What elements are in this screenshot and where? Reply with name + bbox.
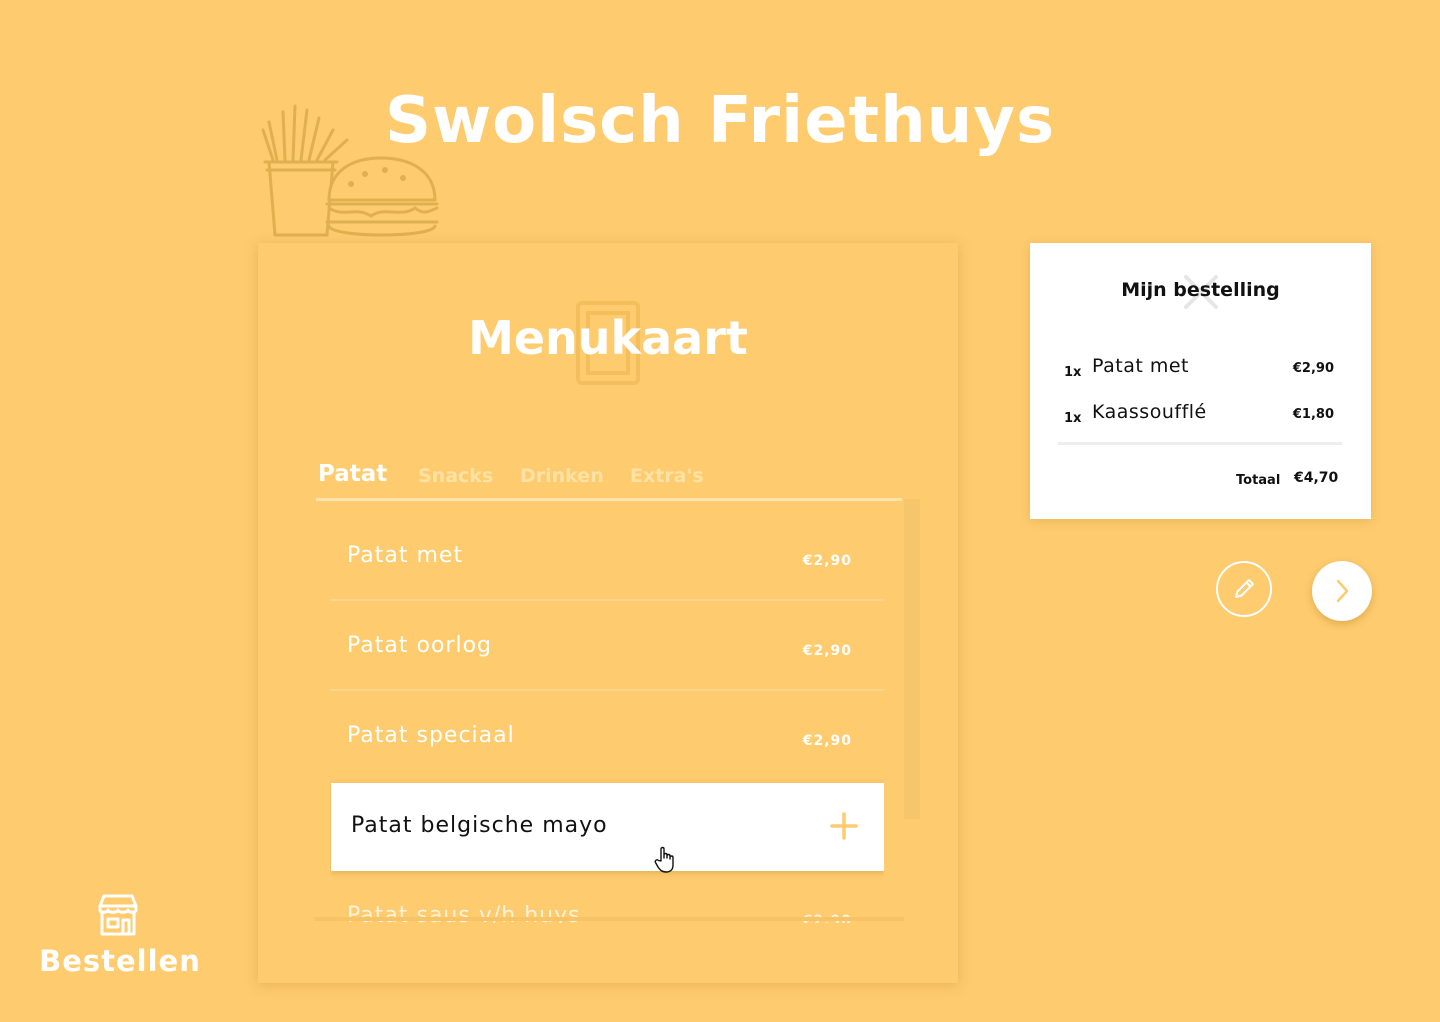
list-bottom-border bbox=[314, 917, 904, 921]
hand-cursor-icon bbox=[654, 846, 674, 873]
menu-item-name: Patat belgische mayo bbox=[351, 813, 608, 838]
menu-item[interactable]: Patat oorlog €2,90 bbox=[330, 603, 884, 691]
menu-item[interactable]: Patat saus v/h huys €2,90 bbox=[330, 873, 884, 923]
order-summary-card: Mijn bestelling 1x Patat met €2,90 1x Ka… bbox=[1030, 243, 1371, 519]
pencil-icon bbox=[1235, 579, 1254, 598]
menu-card: Menukaart Patat Snacks Drinken Extra's P… bbox=[258, 243, 958, 983]
total-value: €4,70 bbox=[1294, 470, 1339, 486]
order-item: 1x Kaassoufflé €1,80 bbox=[1064, 401, 1334, 431]
menu-scrollbar[interactable] bbox=[904, 499, 920, 819]
fries-burger-illustration bbox=[261, 104, 439, 237]
divider bbox=[330, 689, 884, 691]
order-item: 1x Patat met €2,90 bbox=[1064, 355, 1334, 385]
menu-title: Menukaart bbox=[468, 311, 748, 365]
tab-snacks[interactable]: Snacks bbox=[418, 465, 493, 487]
order-item-price: €1,80 bbox=[1292, 407, 1334, 422]
chevron-right-icon bbox=[1336, 579, 1349, 603]
order-item-qty: 1x bbox=[1064, 411, 1082, 426]
order-item-name: Kaassoufflé bbox=[1092, 401, 1207, 423]
next-button[interactable] bbox=[1312, 561, 1372, 621]
menu-item[interactable]: Patat speciaal €2,90 bbox=[330, 693, 884, 781]
total-label: Totaal bbox=[1236, 473, 1281, 488]
order-item-name: Patat met bbox=[1092, 355, 1189, 377]
store-icon bbox=[98, 894, 138, 936]
order-title: Mijn bestelling bbox=[1121, 279, 1280, 301]
menu-item-name: Patat speciaal bbox=[347, 723, 515, 748]
menu-item-price: €2,90 bbox=[802, 553, 852, 569]
menu-item-name: Patat oorlog bbox=[347, 633, 492, 658]
menu-item-price: €2,90 bbox=[802, 733, 852, 749]
tabs-underline bbox=[316, 498, 902, 501]
category-tabs: Patat Snacks Drinken Extra's bbox=[316, 459, 902, 501]
app-title: Swolsch Friethuys bbox=[384, 84, 1056, 158]
tab-patat[interactable]: Patat bbox=[318, 461, 387, 487]
nav-label: Bestellen bbox=[39, 944, 201, 978]
edit-order-button[interactable] bbox=[1216, 561, 1272, 617]
menu-item-name: Patat met bbox=[347, 543, 464, 568]
order-item-qty: 1x bbox=[1064, 365, 1082, 380]
tab-drinken[interactable]: Drinken bbox=[520, 465, 604, 487]
order-divider bbox=[1058, 442, 1342, 445]
menu-item[interactable]: Patat met €2,90 bbox=[330, 513, 884, 601]
menu-item-list: Patat met €2,90 Patat oorlog €2,90 Patat… bbox=[330, 513, 884, 923]
nav-bestellen[interactable]: Bestellen bbox=[30, 888, 210, 988]
order-item-price: €2,90 bbox=[1292, 361, 1334, 376]
divider bbox=[330, 599, 884, 601]
tab-extras[interactable]: Extra's bbox=[630, 465, 704, 487]
plus-icon[interactable] bbox=[829, 811, 859, 841]
menu-item-selected[interactable]: Patat belgische mayo bbox=[331, 783, 884, 871]
menu-item-price: €2,90 bbox=[802, 643, 852, 659]
